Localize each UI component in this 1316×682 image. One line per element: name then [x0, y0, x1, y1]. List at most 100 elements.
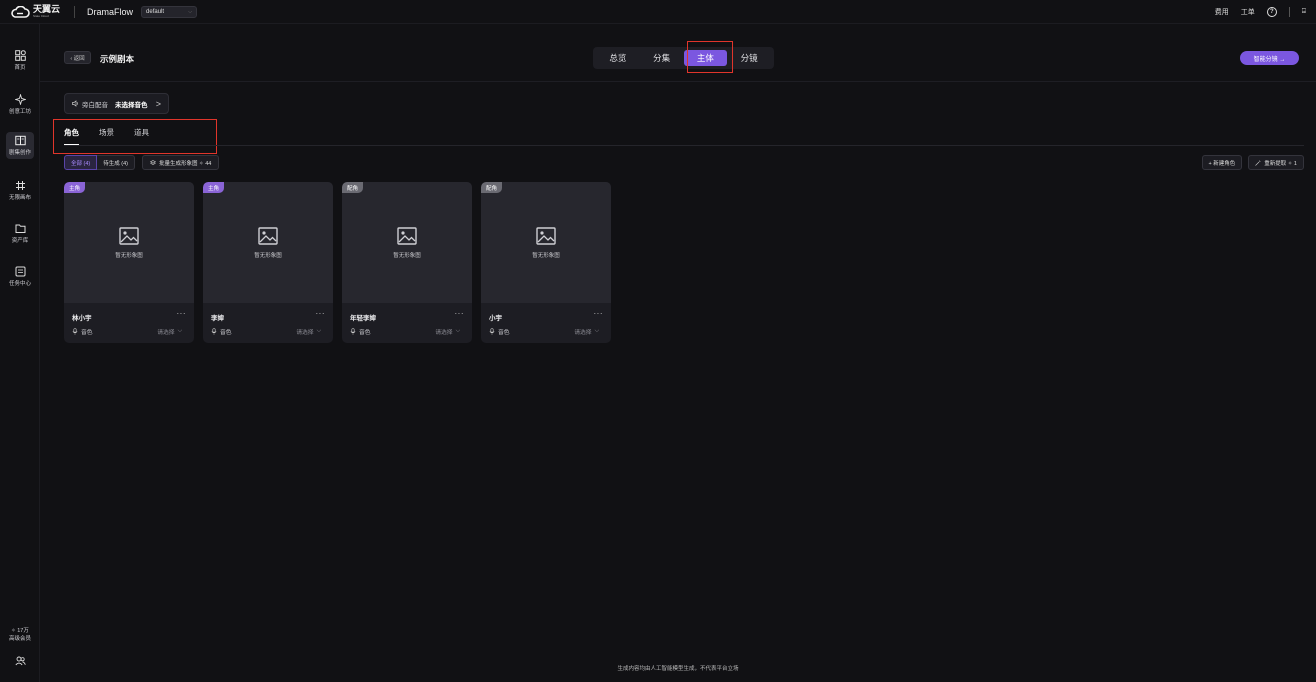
sidebar-item-drama[interactable]: 剧集创作 [0, 132, 40, 159]
billing-link[interactable]: 费用 [1215, 7, 1229, 17]
top-bar: 天翼云 State Cloud DramaFlow default ⌵ 费用 工… [0, 0, 1316, 24]
highlight-box [687, 41, 733, 73]
voice-select[interactable]: 请选择 ⌵ [435, 327, 460, 336]
role-badge: 主角 [64, 182, 86, 193]
voice-select[interactable]: 请选择 ⌵ [157, 327, 182, 336]
sidebar: 首页 创意工坊 剧集创作 无限画布 资产库 任务中心 ✧ 17万 高级会员 [0, 24, 40, 682]
image-icon [536, 226, 556, 245]
chevron-down-icon: ⌵ [188, 8, 193, 15]
sidebar-item-home[interactable]: 首页 [0, 50, 40, 71]
voice-label: 音色 [489, 327, 510, 336]
character-image-placeholder[interactable]: 暂无形象图 [203, 182, 333, 303]
character-name: 小宇 [489, 315, 502, 322]
sidebar-item-label: 剧集创作 [8, 150, 31, 156]
mic-icon [211, 328, 217, 335]
character-name: 林小宇 [72, 315, 92, 322]
image-icon [119, 226, 139, 245]
voice-select-text: 请选择 [296, 330, 314, 336]
no-image-text: 暂无形象图 [393, 252, 421, 259]
more-icon[interactable]: ··· [455, 309, 465, 318]
character-card[interactable]: 暂无形象图 主角 李婶 ··· 音色 请选择 ⌵ [203, 182, 333, 343]
more-icon[interactable]: ··· [316, 309, 326, 318]
folder-icon [15, 224, 25, 233]
filter-bar: 全部 (4) 待生成 (4) 批量生成形象图 ✧ 44 [64, 155, 220, 170]
help-icon[interactable]: ? [1266, 6, 1277, 17]
voice-label-text: 音色 [498, 330, 510, 336]
credits-badge[interactable]: ✧ 17万 高级会员 [0, 626, 40, 642]
speaker-icon [72, 100, 78, 107]
character-card[interactable]: 暂无形象图 配角 年轻李婶 ··· 音色 请选择 ⌵ [342, 182, 472, 343]
page-title: 示例剧本 [100, 54, 135, 64]
action-buttons: + 新建角色 重新提取 ✧ 1 [1201, 155, 1304, 170]
character-card[interactable]: 暂无形象图 配角 小宇 ··· 音色 请选择 ⌵ [481, 182, 611, 343]
sidebar-item-label: 资产库 [11, 238, 29, 244]
task-icon [15, 266, 25, 277]
character-cards: 暂无形象图 主角 林小宇 ··· 音色 请选择 ⌵ 暂无形象图 主角 李婶 ··… [64, 182, 611, 343]
sidebar-item-tasks[interactable]: 任务中心 [0, 266, 40, 287]
filter-all[interactable]: 全部 (4) [64, 155, 98, 170]
env-select[interactable]: default ⌵ [141, 5, 198, 18]
voice-label-text: 音色 [220, 330, 232, 336]
voice-select-text: 请选择 [574, 330, 592, 336]
voice-label-text: 音色 [81, 330, 93, 336]
no-image-text: 暂无形象图 [115, 252, 143, 259]
voice-select-text: 请选择 [157, 330, 175, 336]
env-select-value: default [146, 8, 165, 15]
membership-label: 高级会员 [8, 636, 31, 642]
chevron-down-icon: ⌵ [316, 328, 321, 334]
user-icon[interactable]: ⍈ [1302, 8, 1306, 16]
tab-episodes[interactable]: 分集 [640, 50, 684, 66]
chevron-down-icon: ⌵ [594, 328, 599, 334]
voice-label: 音色 [350, 327, 371, 336]
narration-label: 旁白配音 [82, 101, 108, 109]
hash-icon [15, 181, 25, 190]
tab-storyboard[interactable]: 分镜 [727, 50, 771, 66]
mic-icon [489, 328, 495, 335]
role-badge: 主角 [203, 182, 225, 193]
chevron-right-icon: > [155, 98, 161, 109]
sidebar-item-label: 创意工坊 [8, 109, 31, 115]
cloud-logo-icon [11, 5, 30, 18]
smart-storyboard-button[interactable]: 智能分镜 → [1240, 51, 1299, 65]
character-card[interactable]: 暂无形象图 主角 林小宇 ··· 音色 请选择 ⌵ [64, 182, 194, 343]
voice-select[interactable]: 请选择 ⌵ [296, 327, 321, 336]
new-role-button[interactable]: + 新建角色 [1201, 155, 1243, 170]
tab-overview[interactable]: 总览 [596, 50, 640, 66]
re-extract-label: 重新提取 ✧ 1 [1264, 160, 1297, 167]
sidebar-item-label: 无限画布 [8, 195, 31, 201]
sidebar-item-workshop[interactable]: 创意工坊 [0, 94, 40, 115]
back-button[interactable]: ‹ 返回 [64, 51, 91, 64]
credits-amount: ✧ 17万 [11, 628, 29, 634]
logo-subtext: State Cloud [33, 14, 49, 18]
no-image-text: 暂无形象图 [254, 252, 282, 259]
disclaimer: 生成内容均由人工智能模型生成，不代表平台立场 [617, 666, 739, 672]
no-image-text: 暂无形象图 [532, 252, 560, 259]
batch-generate-button[interactable]: 批量生成形象图 ✧ 44 [142, 155, 220, 170]
mic-icon [72, 328, 78, 335]
voice-label-text: 音色 [359, 330, 371, 336]
chevron-down-icon: ⌵ [455, 328, 460, 334]
more-icon[interactable]: ··· [177, 309, 187, 318]
voice-select-text: 请选择 [435, 330, 453, 336]
narration-voice-select[interactable]: 旁白配音 未选择音色 > [64, 93, 169, 114]
character-image-placeholder[interactable]: 暂无形象图 [481, 182, 611, 303]
logo[interactable]: 天翼云 State Cloud [10, 5, 60, 18]
divider [64, 145, 1304, 146]
app-name: DramaFlow [87, 6, 134, 17]
re-extract-button[interactable]: 重新提取 ✧ 1 [1248, 155, 1304, 170]
voice-label: 音色 [72, 327, 93, 336]
character-image-placeholder[interactable]: 暂无形象图 [342, 182, 472, 303]
ticket-link[interactable]: 工单 [1241, 7, 1255, 17]
image-icon [397, 226, 417, 245]
grid-icon [14, 50, 26, 61]
main-tabs: 总览 分集 主体 分镜 [593, 47, 774, 69]
sidebar-item-assets[interactable]: 资产库 [0, 223, 40, 244]
filter-pending[interactable]: 待生成 (4) [97, 155, 136, 170]
batch-generate-label: 批量生成形象图 ✧ 44 [159, 160, 212, 167]
voice-select[interactable]: 请选择 ⌵ [574, 327, 599, 336]
sidebar-item-label: 首页 [14, 65, 26, 71]
sidebar-item-canvas[interactable]: 无限画布 [0, 180, 40, 201]
more-icon[interactable]: ··· [594, 309, 604, 318]
character-image-placeholder[interactable]: 暂无形象图 [64, 182, 194, 303]
voice-label: 音色 [211, 327, 232, 336]
